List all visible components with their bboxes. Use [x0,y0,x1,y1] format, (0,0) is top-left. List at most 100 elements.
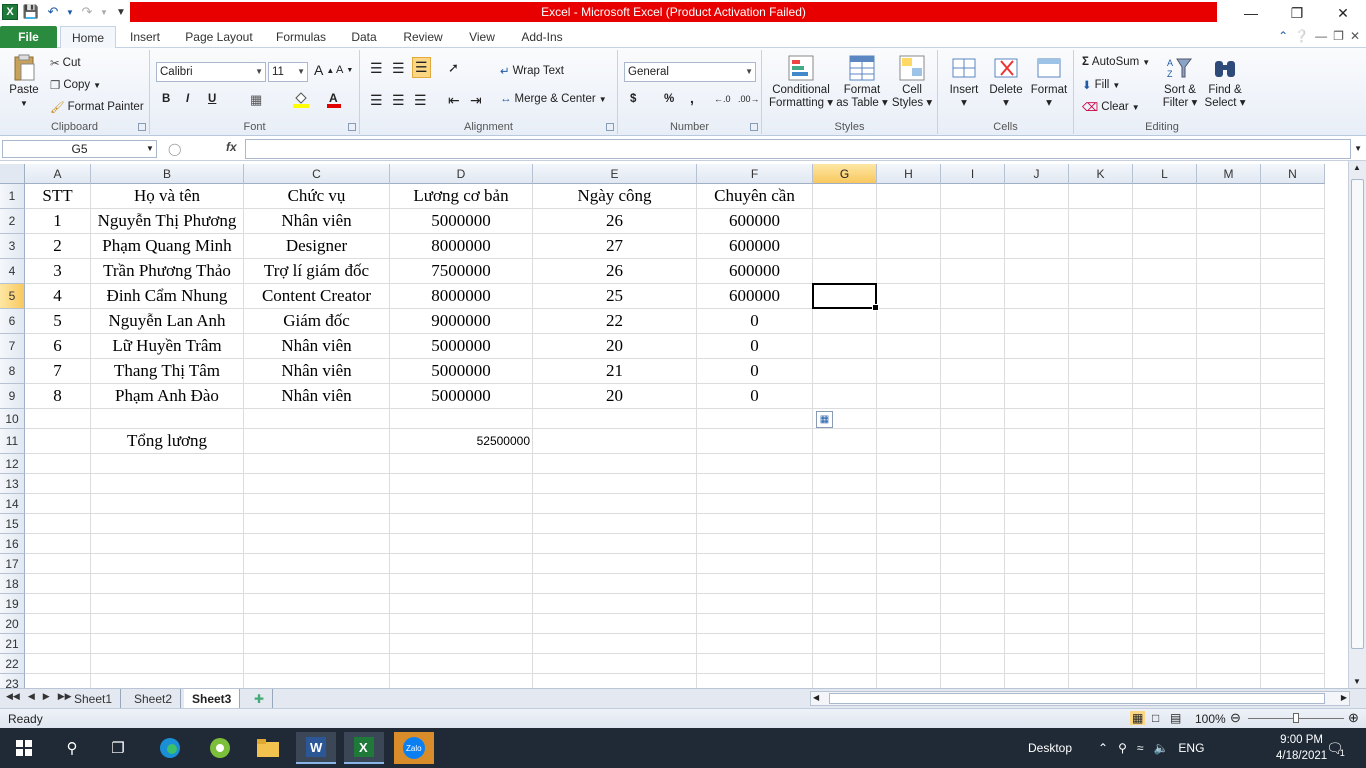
cell-i22[interactable] [941,654,1005,674]
column-header-f[interactable]: F [697,164,813,184]
cell-k23[interactable] [1069,674,1133,688]
cell-j18[interactable] [1005,574,1069,594]
cell-a4[interactable]: 3 [25,259,91,284]
comma-button[interactable]: , [690,90,694,106]
cell-l6[interactable] [1133,309,1197,334]
cell-h7[interactable] [877,334,941,359]
row-header-5[interactable]: 5 [0,284,25,309]
autosum-button[interactable]: Σ AutoSum ▼ [1082,56,1150,68]
cell-n7[interactable] [1261,334,1325,359]
column-header-h[interactable]: H [877,164,941,184]
cell-m9[interactable] [1197,384,1261,409]
cell-g22[interactable] [813,654,877,674]
cell-l17[interactable] [1133,554,1197,574]
cell-j5[interactable] [1005,284,1069,309]
number-launcher-icon[interactable] [750,123,758,131]
italic-button[interactable]: I [186,93,189,105]
row-header-10[interactable]: 10 [0,409,25,429]
zoom-slider-thumb[interactable] [1293,713,1299,723]
cell-l19[interactable] [1133,594,1197,614]
wifi-icon[interactable]: ≈ [1137,741,1144,755]
cell-l8[interactable] [1133,359,1197,384]
paste-button[interactable]: Paste ▼ [6,54,42,110]
cell-l4[interactable] [1133,259,1197,284]
cell-i1[interactable] [941,184,1005,209]
cell-n14[interactable] [1261,494,1325,514]
cell-k7[interactable] [1069,334,1133,359]
cell-g17[interactable] [813,554,877,574]
paste-options-icon[interactable]: ▦ [816,411,833,428]
delete-cells-button[interactable]: Delete ▾ [986,54,1026,110]
cell-m15[interactable] [1197,514,1261,534]
cell-l15[interactable] [1133,514,1197,534]
cell-f13[interactable] [697,474,813,494]
cell-l11[interactable] [1133,429,1197,454]
cell-a21[interactable] [25,634,91,654]
cell-k6[interactable] [1069,309,1133,334]
column-header-k[interactable]: K [1069,164,1133,184]
cell-n23[interactable] [1261,674,1325,688]
cell-n1[interactable] [1261,184,1325,209]
cell-f2[interactable]: 600000 [697,209,813,234]
cell-l2[interactable] [1133,209,1197,234]
align-left-icon[interactable]: ☰ [370,92,383,109]
borders-icon[interactable]: ▦ [250,92,262,108]
cell-a3[interactable]: 2 [25,234,91,259]
align-middle-icon[interactable]: ☰ [392,60,405,77]
cell-f14[interactable] [697,494,813,514]
cell-m4[interactable] [1197,259,1261,284]
cell-e17[interactable] [533,554,697,574]
orientation-icon[interactable]: ➚ [448,60,459,76]
row-header-13[interactable]: 13 [0,474,25,494]
cell-b3[interactable]: Phạm Quang Minh [91,234,244,259]
tab-add-ins[interactable]: Add-Ins [512,26,572,48]
number-format-select[interactable]: General ▼ [624,62,756,82]
cell-b14[interactable] [91,494,244,514]
cell-g20[interactable] [813,614,877,634]
cell-k2[interactable] [1069,209,1133,234]
minimize-ribbon-icon[interactable]: ⌃ [1278,29,1288,43]
cell-i16[interactable] [941,534,1005,554]
cell-a22[interactable] [25,654,91,674]
cell-e5[interactable]: 25 [533,284,697,309]
cell-b5[interactable]: Đinh Cẩm Nhung [91,284,244,309]
cell-g2[interactable] [813,209,877,234]
cell-n9[interactable] [1261,384,1325,409]
cell-j9[interactable] [1005,384,1069,409]
cell-h17[interactable] [877,554,941,574]
cell-f11[interactable] [697,429,813,454]
fill-color-icon[interactable] [292,90,310,108]
cell-i13[interactable] [941,474,1005,494]
cell-b22[interactable] [91,654,244,674]
cell-h12[interactable] [877,454,941,474]
cell-b1[interactable]: Họ và tên [91,184,244,209]
help-icon[interactable]: ❔ [1294,29,1309,43]
cell-b2[interactable]: Nguyễn Thị Phương [91,209,244,234]
cell-l7[interactable] [1133,334,1197,359]
align-right-icon[interactable]: ☰ [414,92,427,109]
cell-j1[interactable] [1005,184,1069,209]
cell-l1[interactable] [1133,184,1197,209]
column-header-e[interactable]: E [533,164,697,184]
cell-n5[interactable] [1261,284,1325,309]
cell-n6[interactable] [1261,309,1325,334]
column-header-b[interactable]: B [91,164,244,184]
cell-i7[interactable] [941,334,1005,359]
tab-file[interactable]: File [0,26,57,48]
cell-b10[interactable] [91,409,244,429]
row-header-12[interactable]: 12 [0,454,25,474]
cell-b16[interactable] [91,534,244,554]
cell-a6[interactable]: 5 [25,309,91,334]
word-app-icon[interactable]: W [296,732,336,764]
cell-c22[interactable] [244,654,390,674]
cell-l16[interactable] [1133,534,1197,554]
cell-n18[interactable] [1261,574,1325,594]
cell-n20[interactable] [1261,614,1325,634]
row-header-2[interactable]: 2 [0,209,25,234]
page-layout-view-icon[interactable]: □ [1152,711,1159,725]
shrink-font-icon[interactable]: A ▼ [336,64,353,76]
tab-review[interactable]: Review [394,26,452,48]
clipboard-launcher-icon[interactable] [138,123,146,131]
increase-indent-icon[interactable]: ⇥ [470,92,482,109]
sheet-tab-sheet3[interactable]: Sheet3 [184,689,241,708]
